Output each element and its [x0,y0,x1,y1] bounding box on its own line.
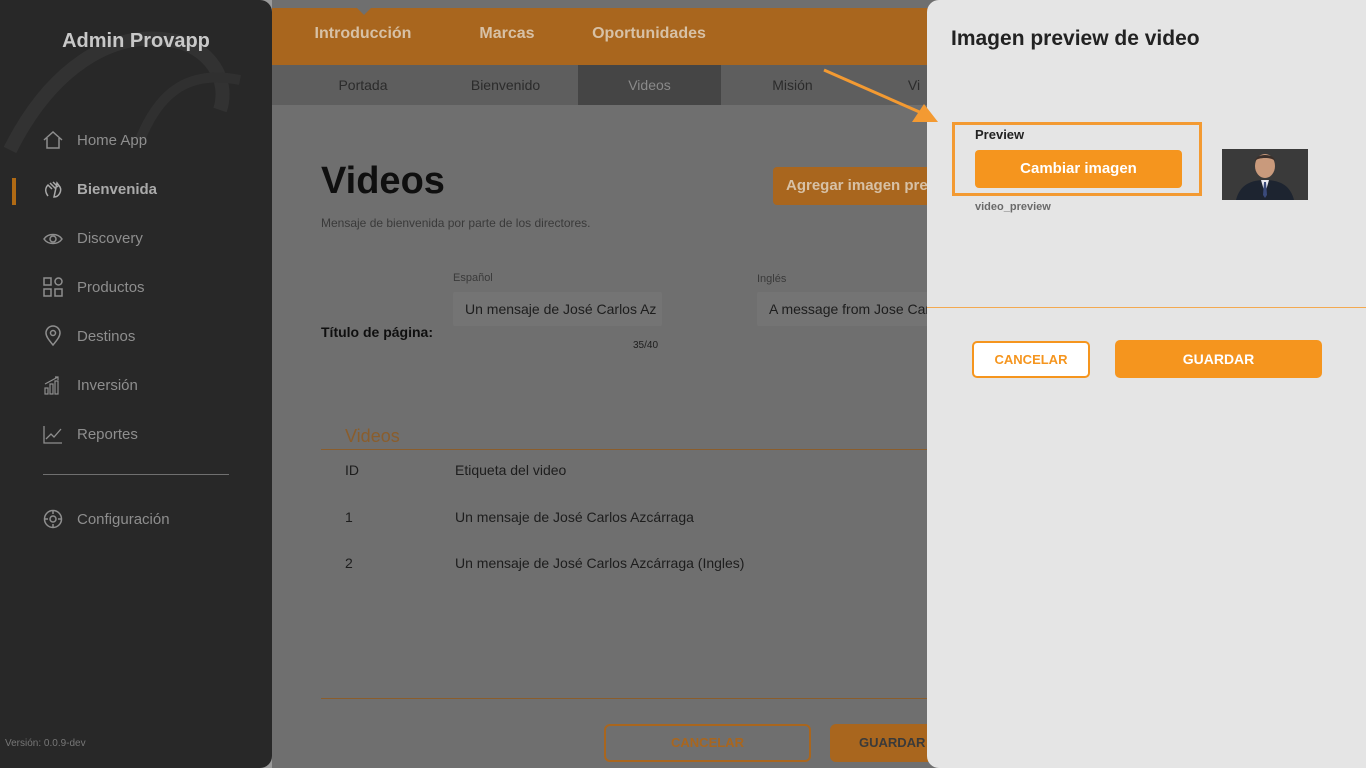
sidebar: Admin Provapp Home App Bienvenida Discov… [0,0,272,768]
grid-icon [42,276,64,298]
page-subtitle: Mensaje de bienvenida por parte de los d… [321,216,591,230]
sidebar-item-reportes[interactable]: Reportes [42,419,138,449]
sidebar-item-inversion[interactable]: Inversión [42,370,138,400]
waving-hand-icon [42,178,64,200]
sidebar-item-bienvenida[interactable]: Bienvenida [42,174,157,204]
sidebar-item-label: Home App [77,131,148,149]
videos-section-title: Videos [345,426,400,446]
drawer-title: Imagen preview de video [951,27,1200,50]
sidebar-item-label: Productos [77,278,145,296]
page-title: Videos [321,160,445,202]
drawer-save-button[interactable]: GUARDAR [1115,340,1322,378]
table-cell-id: 2 [345,555,353,571]
sidebar-item-label: Configuración [77,510,170,528]
annotation-arrow-icon [823,68,938,122]
sidebar-item-discovery[interactable]: Discovery [42,223,143,253]
sidebar-item-label: Inversión [77,376,138,394]
sidebar-divider [43,474,229,475]
version-label: Versión: 0.0.9-dev [5,738,86,749]
preview-thumbnail [1222,149,1308,200]
table-cell-id: 1 [345,509,353,525]
home-icon [42,129,64,151]
page-title-label: Título de página: [321,324,433,340]
bar-chart-icon [42,374,64,396]
sidebar-item-productos[interactable]: Productos [42,272,145,302]
tab-introduccion[interactable]: Introducción [292,8,434,65]
cancel-button[interactable]: CANCELAR [604,724,811,762]
tab-marcas[interactable]: Marcas [447,8,567,65]
footer-divider [321,698,941,699]
active-indicator [12,178,16,205]
preview-label: Preview [975,127,1025,142]
trend-chart-icon [42,423,64,445]
character-counter: 35/40 [633,340,659,351]
sidebar-item-label: Destinos [77,327,136,345]
preview-image-drawer: Imagen preview de video Preview Cambiar … [927,0,1366,768]
drawer-cancel-button[interactable]: CANCELAR [972,341,1090,378]
subtab-portada[interactable]: Portada [292,65,434,105]
location-pin-icon [42,325,64,347]
file-name-label: video_preview [975,201,1051,213]
sidebar-item-home-app[interactable]: Home App [42,125,147,155]
sidebar-item-label: Reportes [77,425,138,443]
table-cell-label[interactable]: Un mensaje de José Carlos Azcárraga [455,509,694,525]
sidebar-item-configuracion[interactable]: Configuración [42,504,170,534]
sidebar-item-label: Bienvenida [77,180,158,198]
subtab-videos[interactable]: Videos [578,65,721,105]
drawer-divider [927,307,1366,308]
spanish-label: Español [453,272,493,284]
english-label: Inglés [757,273,787,285]
table-cell-label[interactable]: Un mensaje de José Carlos Azcárraga (Ing… [455,555,744,571]
subtab-bienvenido[interactable]: Bienvenido [434,65,577,105]
sidebar-item-destinos[interactable]: Destinos [42,321,135,351]
eye-icon [42,227,64,249]
tab-oportunidades[interactable]: Oportunidades [579,8,719,65]
brand-title: Admin Provapp [62,30,210,52]
spanish-title-input[interactable]: Un mensaje de José Carlos Az [453,292,662,326]
table-header-label: Etiqueta del video [455,462,567,478]
change-image-button[interactable]: Cambiar imagen [975,150,1182,188]
section-divider [321,449,941,450]
gear-icon [42,508,64,530]
table-header-id: ID [345,462,359,478]
english-title-input[interactable]: A message from Jose Car [757,292,937,326]
sidebar-item-label: Discovery [77,229,143,247]
